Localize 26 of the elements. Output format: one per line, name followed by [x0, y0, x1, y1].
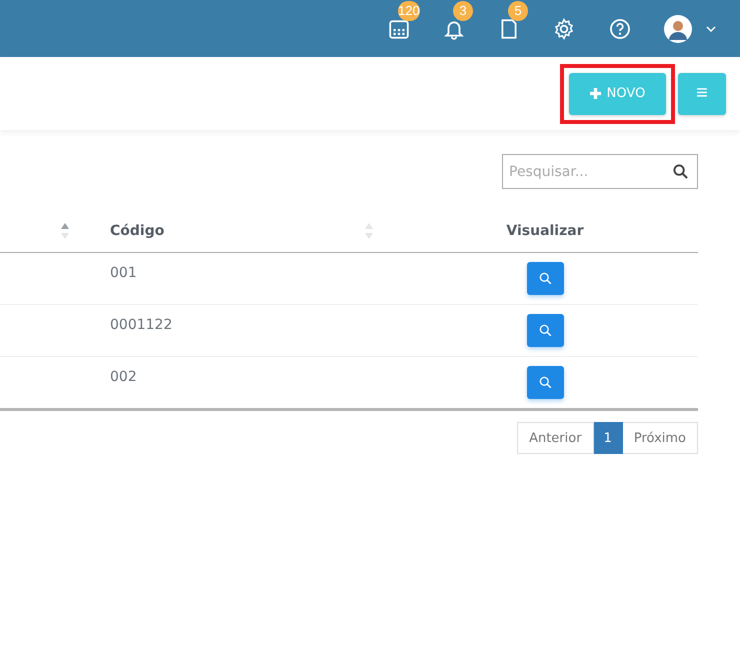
count-badge: 120 — [398, 0, 420, 20]
view-button[interactable] — [526, 262, 564, 295]
calendar-icon[interactable] — [388, 18, 410, 40]
count-badge: 3 — [453, 0, 473, 20]
view-button[interactable] — [526, 366, 564, 399]
table-cell: 002 — [110, 369, 137, 385]
search-icon — [538, 376, 552, 389]
chevron-down-icon[interactable] — [706, 26, 716, 32]
previous-button[interactable]: Anterior — [517, 422, 594, 454]
search-field[interactable]: Pesquisar... — [502, 154, 698, 189]
page-button[interactable]: 1 — [594, 422, 623, 454]
sort-icon[interactable] — [60, 222, 70, 240]
plus-icon — [590, 88, 601, 99]
search-icon[interactable] — [673, 164, 688, 179]
help-icon[interactable] — [609, 18, 631, 40]
column-header: Código — [110, 223, 164, 239]
count-badge: 5 — [508, 0, 528, 20]
column-header: Visualizar — [506, 223, 584, 239]
view-button[interactable] — [526, 314, 564, 347]
search-icon — [538, 324, 552, 337]
next-button[interactable]: Próximo — [622, 422, 698, 454]
user-avatar[interactable] — [664, 14, 692, 42]
table-cell: 001 — [110, 265, 137, 281]
search-icon — [538, 272, 552, 285]
table-cell: 0001122 — [110, 317, 172, 333]
settings-icon[interactable] — [553, 18, 575, 40]
